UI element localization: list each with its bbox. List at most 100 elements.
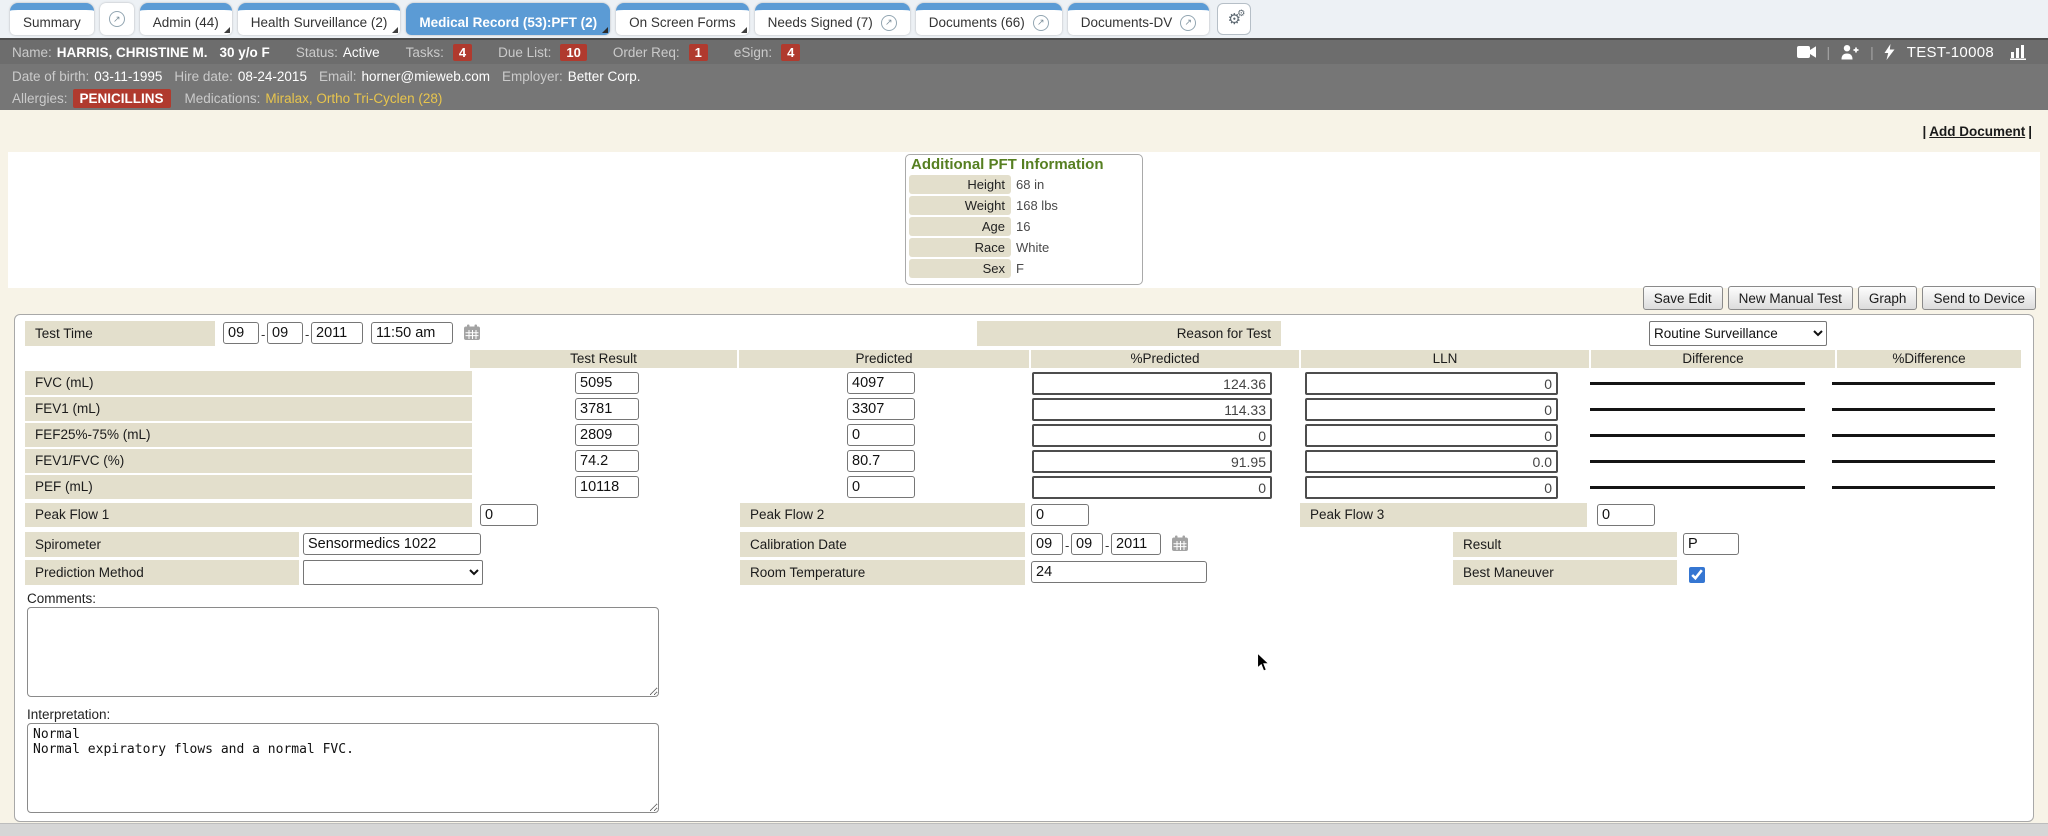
pft-info-row: Weight 168 lbs — [909, 196, 1139, 215]
tab-on-screen-forms[interactable]: On Screen Forms — [616, 3, 749, 35]
summary-popup-button[interactable]: ↗ — [100, 3, 134, 35]
test-time-clock-input[interactable] — [371, 322, 453, 344]
fev1-fvc-test-result-input[interactable] — [575, 450, 639, 472]
order-req-badge[interactable]: 1 — [689, 44, 708, 61]
fvc-pct-predicted-input[interactable] — [1032, 372, 1272, 395]
save-edit-button[interactable]: Save Edit — [1643, 286, 1723, 310]
interpretation-textarea[interactable]: Normal Normal expiratory flows and a nor… — [27, 723, 659, 813]
dob-value: 03-11-1995 — [94, 69, 162, 84]
fev1-fvc-pct-predicted-input[interactable] — [1032, 450, 1272, 473]
allergies-label: Allergies: — [12, 91, 68, 106]
tab-needs-signed-label: Needs Signed (7) — [768, 15, 873, 30]
best-maneuver-checkbox[interactable] — [1689, 567, 1705, 583]
reason-for-test-select[interactable]: Routine Surveillance — [1649, 321, 1827, 346]
status-value: Active — [343, 45, 380, 60]
fvc-difference-line — [1590, 382, 1805, 385]
calendar-icon[interactable] — [1171, 535, 1189, 552]
room-temperature-input[interactable] — [1031, 561, 1207, 583]
open-popup-icon[interactable]: ↗ — [1180, 15, 1196, 31]
tasks-badge[interactable]: 4 — [453, 44, 472, 61]
peak-flow-2-input[interactable] — [1031, 504, 1089, 526]
due-list-badge[interactable]: 10 — [560, 44, 586, 61]
fev1-fvc-pct-difference-line — [1832, 460, 1995, 463]
graph-button[interactable]: Graph — [1858, 286, 1918, 310]
fef-test-result-input[interactable] — [575, 424, 639, 446]
lightning-icon[interactable] — [1884, 44, 1895, 60]
pef-pct-predicted-input[interactable] — [1032, 476, 1272, 499]
open-popup-icon[interactable]: ↗ — [881, 15, 897, 31]
tab-documents-dv[interactable]: Documents-DV↗ — [1068, 3, 1210, 35]
fev1-lln-input[interactable] — [1305, 398, 1558, 421]
person-add-icon[interactable] — [1840, 44, 1860, 60]
tab-documents[interactable]: Documents (66)↗ — [916, 3, 1062, 35]
calendar-icon[interactable] — [463, 324, 481, 341]
fev1-pct-predicted-input[interactable] — [1032, 398, 1272, 421]
comments-textarea[interactable] — [27, 607, 659, 697]
tab-settings-button[interactable]: ⚙⚙ — [1217, 3, 1251, 35]
new-manual-test-button[interactable]: New Manual Test — [1728, 286, 1853, 310]
height-value: 68 in — [1016, 177, 1044, 192]
pft-info-row: Age16 — [909, 217, 1139, 236]
pft-medical-record-page: { "colors": { "tab_active_blue": "#5b9bd… — [0, 0, 2048, 836]
fev1-fvc-predicted-input[interactable] — [847, 450, 915, 472]
test-time-label-cell: Test Time — [25, 321, 215, 346]
result-input[interactable] — [1683, 533, 1739, 555]
pft-info-row: Sex F — [909, 259, 1139, 278]
pef-predicted-input[interactable] — [847, 476, 915, 498]
allergy-badge[interactable]: PENICILLINS — [73, 89, 171, 108]
tab-health-surveillance[interactable]: Health Surveillance (2) — [238, 3, 401, 35]
medications-list[interactable]: Miralax, Ortho Tri-Cyclen (28) — [265, 91, 442, 106]
pef-difference-line — [1590, 486, 1805, 489]
tab-medical-record-pft[interactable]: Medical Record (53):PFT (2) — [406, 3, 610, 35]
sex-value: F — [1016, 261, 1024, 276]
tab-admin[interactable]: Admin (44) — [140, 3, 232, 35]
fev1-test-result-input[interactable] — [575, 398, 639, 420]
pef-lln-input[interactable] — [1305, 476, 1558, 499]
pef-test-result-input[interactable] — [575, 476, 639, 498]
column-header-pct-predicted: %Predicted — [1031, 350, 1299, 368]
tab-summary[interactable]: Summary — [10, 3, 94, 35]
tab-needs-signed[interactable]: Needs Signed (7) ↗ — [755, 3, 910, 35]
calibration-day-input[interactable] — [1071, 533, 1103, 555]
pft-info-row: Height68 in — [909, 175, 1139, 194]
test-time-year-input[interactable] — [311, 322, 363, 344]
due-list-label: Due List: — [498, 45, 551, 60]
calibration-year-input[interactable] — [1111, 533, 1161, 555]
date-separator: - — [1105, 538, 1109, 553]
send-to-device-button[interactable]: Send to Device — [1922, 286, 2036, 310]
fev1-predicted-input[interactable] — [847, 398, 915, 420]
weight-label: Weight — [909, 196, 1011, 215]
fef-difference-line — [1590, 434, 1805, 437]
order-req-label: Order Req: — [613, 45, 680, 60]
fvc-lln-input[interactable] — [1305, 372, 1558, 395]
column-header-pct-difference: %Difference — [1837, 350, 2021, 368]
fvc-test-result-input[interactable] — [575, 372, 639, 394]
calibration-month-input[interactable] — [1031, 533, 1063, 555]
date-separator: - — [305, 327, 309, 342]
row-label-fef25-75: FEF25%-75% (mL) — [25, 423, 472, 447]
fef-predicted-input[interactable] — [847, 424, 915, 446]
age-value: 16 — [1016, 219, 1030, 234]
fef-pct-predicted-input[interactable] — [1032, 424, 1272, 447]
add-document-link[interactable]: Add Document — [1929, 124, 2025, 139]
test-time-month-input[interactable] — [223, 322, 259, 344]
fvc-predicted-input[interactable] — [847, 372, 915, 394]
weight-value: 168 lbs — [1016, 198, 1058, 213]
pft-info-panel: Additional PFT Information Height68 in W… — [8, 152, 2040, 288]
fev1-fvc-lln-input[interactable] — [1305, 450, 1558, 473]
patient-age-sex: 30 y/o F — [220, 45, 270, 60]
video-camera-icon[interactable] — [1797, 45, 1817, 59]
bar-chart-icon[interactable] — [2010, 44, 2028, 60]
fef-lln-input[interactable] — [1305, 424, 1558, 447]
spirometer-input[interactable] — [303, 533, 481, 555]
prediction-method-select[interactable] — [303, 560, 483, 585]
hire-date-label: Hire date: — [174, 69, 233, 84]
esign-badge[interactable]: 4 — [781, 44, 800, 61]
open-popup-icon[interactable]: ↗ — [1033, 15, 1049, 31]
sex-label: Sex — [909, 259, 1011, 278]
test-time-day-input[interactable] — [267, 322, 303, 344]
pft-info-title: Additional PFT Information — [909, 155, 1139, 175]
result-label-cell: Result — [1453, 532, 1677, 557]
peak-flow-3-input[interactable] — [1597, 504, 1655, 526]
peak-flow-1-input[interactable] — [480, 504, 538, 526]
